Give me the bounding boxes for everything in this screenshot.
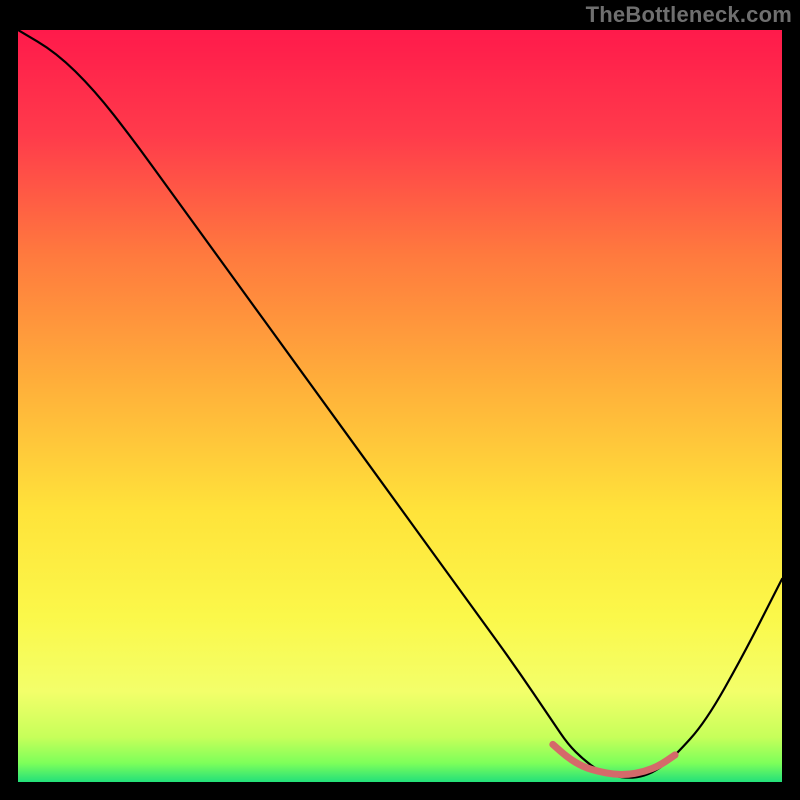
chart-container: TheBottleneck.com bbox=[0, 0, 800, 800]
plot-area bbox=[18, 30, 782, 782]
chart-svg bbox=[18, 30, 782, 782]
gradient-background bbox=[18, 30, 782, 782]
watermark-label: TheBottleneck.com bbox=[586, 2, 792, 28]
